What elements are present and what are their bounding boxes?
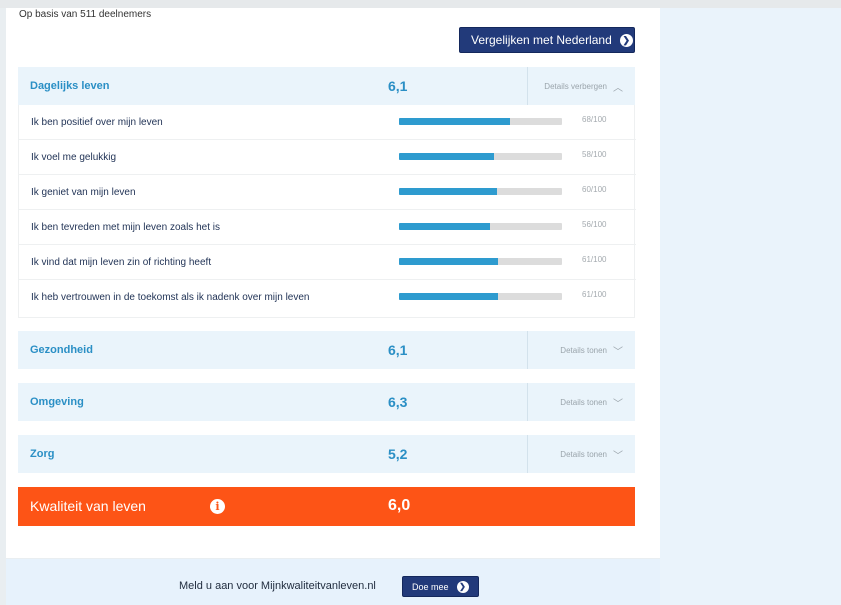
section-dagelijks-leven[interactable]: Dagelijks leven 6,1 Details verbergen ︿ [18,67,635,105]
compare-netherlands-button[interactable]: Vergelijken met Nederland ❯ [459,27,635,53]
row-label: Ik voel me gelukkig [31,152,117,163]
compare-button-label: Vergelijken met Nederland [471,33,612,47]
row-label: Ik ben tevreden met mijn leven zoals het… [31,222,220,233]
section-gezondheid[interactable]: Gezondheid 6,1 Details tonen ﹀ [18,331,635,369]
details-toggle-label: Details tonen [560,449,607,459]
details-toggle-label: Details verbergen [544,81,607,91]
section-score: 6,3 [388,394,408,410]
progress-track [399,188,562,195]
total-title: Kwaliteit van leven [30,498,146,514]
details-toggle[interactable]: Details tonen ﹀ [527,383,635,421]
row-value: 56/100 [582,220,607,229]
circle-arrow-right-icon: ❯ [619,33,633,47]
quality-of-life-total: Kwaliteit van leven i 6,0 [18,487,635,526]
row-value: 61/100 [582,255,607,264]
detail-row: Ik ben positief over mijn leven 68/100 [19,105,636,140]
detail-row: Ik heb vertrouwen in de toekomst als ik … [19,280,636,315]
progress-track [399,293,562,300]
details-toggle[interactable]: Details tonen ﹀ [527,331,635,369]
details-toggle[interactable]: Details tonen ﹀ [527,435,635,473]
detail-row: Ik geniet van mijn leven 60/100 [19,175,636,210]
detail-row: Ik voel me gelukkig 58/100 [19,140,636,175]
details-toggle-label: Details tonen [560,397,607,407]
progress-track [399,153,562,160]
circle-arrow-right-icon: ❯ [456,580,469,593]
join-button-label: Doe mee [412,581,449,592]
progress-fill [399,223,491,230]
details-toggle-label: Details tonen [560,345,607,355]
detail-row: Ik vind dat mijn leven zin of richting h… [19,245,636,280]
progress-fill [399,188,497,195]
progress-fill [399,258,499,265]
participants-count: Op basis van 511 deelnemers [19,9,152,20]
row-label: Ik vind dat mijn leven zin of richting h… [31,257,212,268]
progress-track [399,118,562,125]
section-title: Omgeving [30,396,84,408]
row-value: 61/100 [582,290,607,299]
row-label: Ik heb vertrouwen in de toekomst als ik … [31,292,310,303]
row-label: Ik geniet van mijn leven [31,187,136,198]
row-value: 58/100 [582,150,607,159]
progress-fill [399,118,510,125]
section-score: 5,2 [388,446,408,462]
section-title: Gezondheid [30,344,93,356]
progress-fill [399,293,499,300]
section-score: 6,1 [388,78,408,94]
total-score: 6,0 [388,497,411,514]
chevron-down-icon: ﹀ [613,398,623,410]
progress-track [399,223,562,230]
right-background [660,8,841,605]
progress-fill [399,153,494,160]
progress-track [399,258,562,265]
section-title: Zorg [30,448,55,460]
chevron-down-icon: ﹀ [613,450,623,462]
detail-row: Ik ben tevreden met mijn leven zoals het… [19,210,636,245]
info-icon[interactable]: i [210,499,225,514]
row-value: 60/100 [582,185,607,194]
section-omgeving[interactable]: Omgeving 6,3 Details tonen ﹀ [18,383,635,421]
chevron-down-icon: ﹀ [613,346,623,358]
details-toggle[interactable]: Details verbergen ︿ [527,67,635,105]
section-title: Dagelijks leven [30,80,110,92]
chevron-up-icon: ︿ [613,82,623,94]
join-button[interactable]: Doe mee ❯ [402,576,479,597]
detail-rows: Ik ben positief over mijn leven 68/100 I… [18,105,636,318]
row-value: 68/100 [582,115,607,124]
row-label: Ik ben positief over mijn leven [31,117,163,128]
section-zorg[interactable]: Zorg 5,2 Details tonen ﹀ [18,435,635,473]
top-strip [0,0,841,8]
signup-text: Meld u aan voor Mijnkwaliteitvanleven.nl [179,580,376,592]
section-score: 6,1 [388,342,408,358]
